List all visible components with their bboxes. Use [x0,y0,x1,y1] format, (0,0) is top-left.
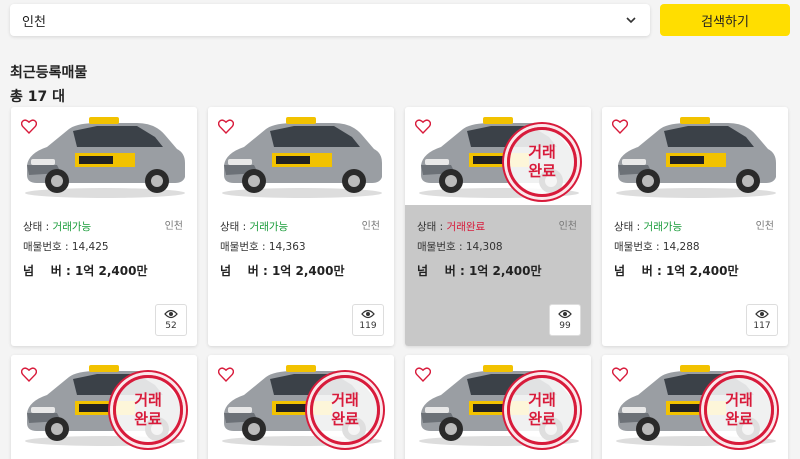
stamp-line1: 거래 [528,391,556,409]
listing-card[interactable]: 거래 완료상태 : 거래완료 인천매물번호 : 14,308 넘 버 : 1억 2,4… [405,107,591,346]
listing-price: 넘 버 : 1억 2,400만 [614,264,739,278]
sold-stamp: 거래 완료 [507,127,577,197]
total-count: 총 17 대 [10,89,65,105]
listing-region: 인천 [361,221,380,232]
view-count: 99 [559,321,571,331]
eye-icon [755,309,769,319]
sold-stamp: 거래 완료 [704,375,774,445]
taxi-car-image [25,117,185,198]
region-select[interactable]: 인천 [10,4,650,36]
stamp-line2: 완료 [331,410,359,428]
listing-card[interactable]: 거래 완료 [208,355,394,459]
listing-photo: 거래 완료 [208,355,394,453]
listing-card[interactable]: 상태 : 거래가능 인천매물번호 : 14,363 넘 버 : 1억 2,400만 1… [208,107,394,346]
listing-number: 매물번호 : 14,425 [23,241,109,253]
listing-number: 매물번호 : 14,308 [417,241,503,253]
listing-info: 상태 : 거래가능 인천매물번호 : 14,288 넘 버 : 1억 2,400만 1… [602,205,788,346]
heart-icon[interactable] [21,367,37,382]
view-count-button[interactable]: 99 [549,304,581,336]
listing-info: 상태 : 거래가능 인천매물번호 : 14,425 넘 버 : 1억 2,400만 5… [11,205,197,346]
sold-stamp: 거래 완료 [507,375,577,445]
heart-icon[interactable] [415,367,431,382]
sold-stamp: 거래 완료 [113,375,183,445]
listing-photo [11,107,197,205]
chevron-down-icon [626,17,636,24]
listing-info: 상태 : 거래완료 인천매물번호 : 14,308 넘 버 : 1억 2,400만 9… [405,205,591,346]
stamp-line1: 거래 [725,391,753,409]
view-count-button[interactable]: 52 [155,304,187,336]
region-select-value: 인천 [22,14,46,30]
eye-icon [164,309,178,319]
listing-status: 상태 : 거래가능 [614,221,683,233]
search-button[interactable]: 검색하기 [660,4,790,36]
stamp-line2: 완료 [134,410,162,428]
taxi-car-image [616,117,776,198]
listing-status: 상태 : 거래완료 [417,221,486,233]
view-count: 52 [165,321,177,331]
listing-card[interactable]: 상태 : 거래가능 인천매물번호 : 14,425 넘 버 : 1억 2,400만 5… [11,107,197,346]
view-count-button[interactable]: 119 [352,304,384,336]
listing-card[interactable]: 거래 완료 [602,355,788,459]
eye-icon [361,309,375,319]
view-count: 117 [753,321,771,331]
stamp-line2: 완료 [528,410,556,428]
listing-status: 상태 : 거래가능 [220,221,289,233]
listing-photo [208,107,394,205]
heart-icon[interactable] [612,119,628,134]
listing-number: 매물번호 : 14,363 [220,241,306,253]
stamp-line2: 완료 [528,162,556,180]
listing-photo: 거래 완료 [405,107,591,205]
heart-icon[interactable] [218,119,234,134]
listing-photo: 거래 완료 [405,355,591,453]
listing-region: 인천 [558,221,577,232]
heart-icon[interactable] [415,119,431,134]
listing-photo: 거래 완료 [11,355,197,453]
heart-icon[interactable] [218,367,234,382]
listing-photo: 거래 완료 [602,355,788,453]
stamp-line1: 거래 [134,391,162,409]
view-count: 119 [359,321,377,331]
listing-card[interactable]: 거래 완료 [11,355,197,459]
heart-icon[interactable] [612,367,628,382]
listing-number: 매물번호 : 14,288 [614,241,700,253]
stamp-line1: 거래 [528,143,556,161]
section-title: 최근등록매물 [10,65,88,81]
eye-icon [558,309,572,319]
listing-region: 인천 [755,221,774,232]
listing-card[interactable]: 거래 완료 [405,355,591,459]
heart-icon[interactable] [21,119,37,134]
taxi-car-image [222,117,382,198]
listing-status: 상태 : 거래가능 [23,221,92,233]
sold-stamp: 거래 완료 [310,375,380,445]
listing-photo [602,107,788,205]
listing-card[interactable]: 상태 : 거래가능 인천매물번호 : 14,288 넘 버 : 1억 2,400만 1… [602,107,788,346]
listing-info: 상태 : 거래가능 인천매물번호 : 14,363 넘 버 : 1억 2,400만 1… [208,205,394,346]
listing-price: 넘 버 : 1억 2,400만 [220,264,345,278]
listing-price: 넘 버 : 1억 2,400만 [417,264,542,278]
listing-region: 인천 [164,221,183,232]
view-count-button[interactable]: 117 [746,304,778,336]
listing-price: 넘 버 : 1억 2,400만 [23,264,148,278]
stamp-line2: 완료 [725,410,753,428]
stamp-line1: 거래 [331,391,359,409]
